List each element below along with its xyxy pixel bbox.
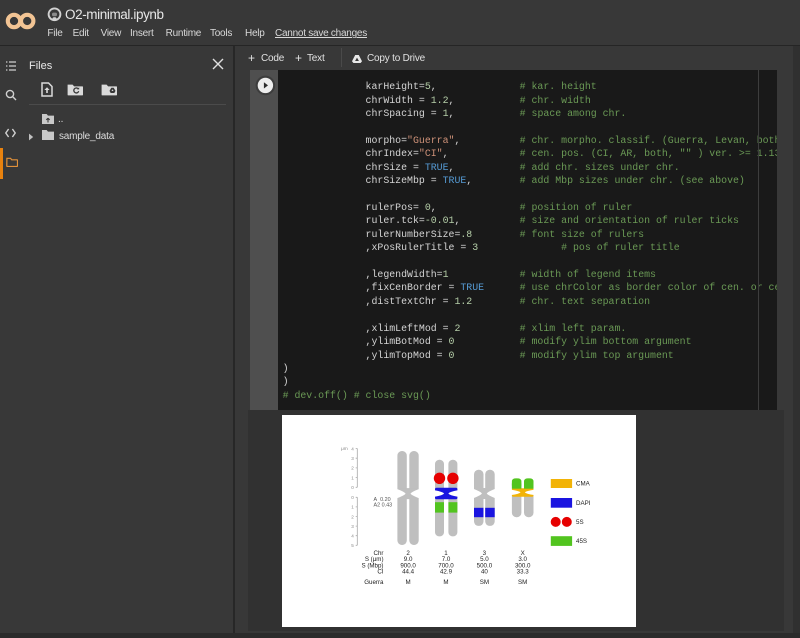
- svg-text:40: 40: [481, 569, 488, 576]
- svg-text:42.9: 42.9: [440, 569, 453, 576]
- svg-text:1: 1: [351, 505, 354, 510]
- svg-text:CI: CI: [377, 569, 383, 576]
- svg-text:0: 0: [351, 495, 354, 500]
- svg-text:Guerra: Guerra: [364, 579, 384, 586]
- svg-text:33.3: 33.3: [517, 569, 530, 576]
- svg-text:5: 5: [351, 543, 354, 548]
- svg-text:M: M: [443, 579, 448, 586]
- svg-text:M: M: [406, 579, 411, 586]
- svg-text:DAPI: DAPI: [576, 500, 591, 507]
- svg-text:2: 2: [351, 514, 354, 519]
- svg-text:3: 3: [351, 524, 354, 529]
- svg-text:4: 4: [351, 446, 354, 451]
- svg-text:1: 1: [351, 475, 354, 480]
- svg-text:μm: μm: [341, 447, 348, 452]
- svg-text:2: 2: [351, 466, 354, 471]
- svg-text:4: 4: [351, 534, 354, 539]
- svg-text:CMA: CMA: [576, 481, 591, 488]
- svg-text:SM: SM: [480, 579, 489, 586]
- svg-text:A2 0.43: A2 0.43: [374, 503, 393, 509]
- svg-text:SM: SM: [518, 579, 527, 586]
- svg-text:44.4: 44.4: [402, 569, 415, 576]
- svg-text:0: 0: [351, 485, 354, 490]
- svg-text:5S: 5S: [576, 519, 584, 526]
- svg-text:3: 3: [351, 456, 354, 461]
- svg-text:45S: 45S: [576, 538, 587, 545]
